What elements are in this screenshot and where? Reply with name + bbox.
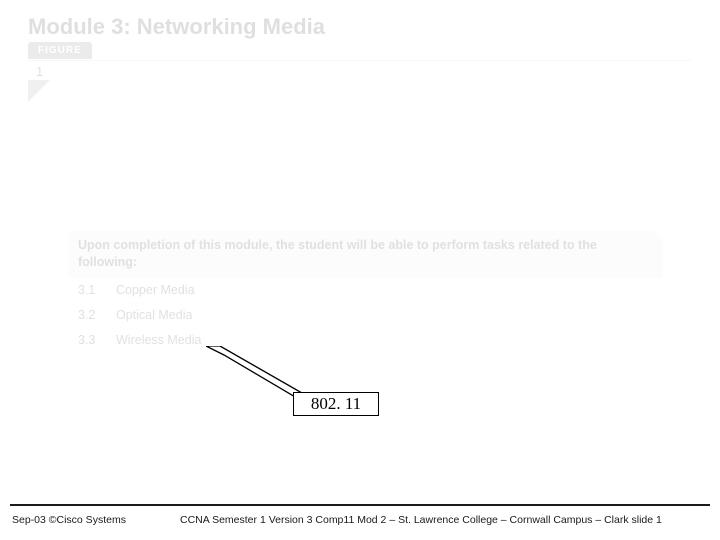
objective-number: 3.3: [78, 333, 116, 347]
objectives-table: Upon completion of this module, the stud…: [68, 231, 663, 352]
table-row: 3.1 Copper Media: [68, 277, 663, 302]
pointer-icon: [206, 346, 302, 402]
footer-divider: [10, 504, 710, 506]
table-row: 3.2 Optical Media: [68, 302, 663, 327]
objective-label: Optical Media: [116, 308, 653, 322]
footer-left-text: Sep-03 ©Cisco Systems: [12, 514, 126, 526]
objective-number: 3.1: [78, 283, 116, 297]
module-title: Module 3: Networking Media: [28, 14, 325, 40]
slide-page: Module 3: Networking Media FIGURE 1 Upon…: [0, 0, 720, 540]
objective-number: 3.2: [78, 308, 116, 322]
callout-pointer: [206, 346, 302, 402]
objective-label: Copper Media: [116, 283, 653, 297]
callout-text: 802. 11: [311, 394, 361, 413]
footer-right-text: CCNA Semester 1 Version 3 Comp11 Mod 2 –…: [180, 514, 662, 526]
figure-tab: FIGURE: [28, 42, 92, 59]
table-row: 3.3 Wireless Media: [68, 327, 663, 352]
objectives-header: Upon completion of this module, the stud…: [68, 231, 663, 277]
figure-corner-decor: [28, 80, 50, 102]
divider: [28, 60, 692, 61]
figure-number: 1: [36, 64, 43, 79]
objective-label: Wireless Media: [116, 333, 653, 347]
callout-box: 802. 11: [293, 392, 379, 416]
